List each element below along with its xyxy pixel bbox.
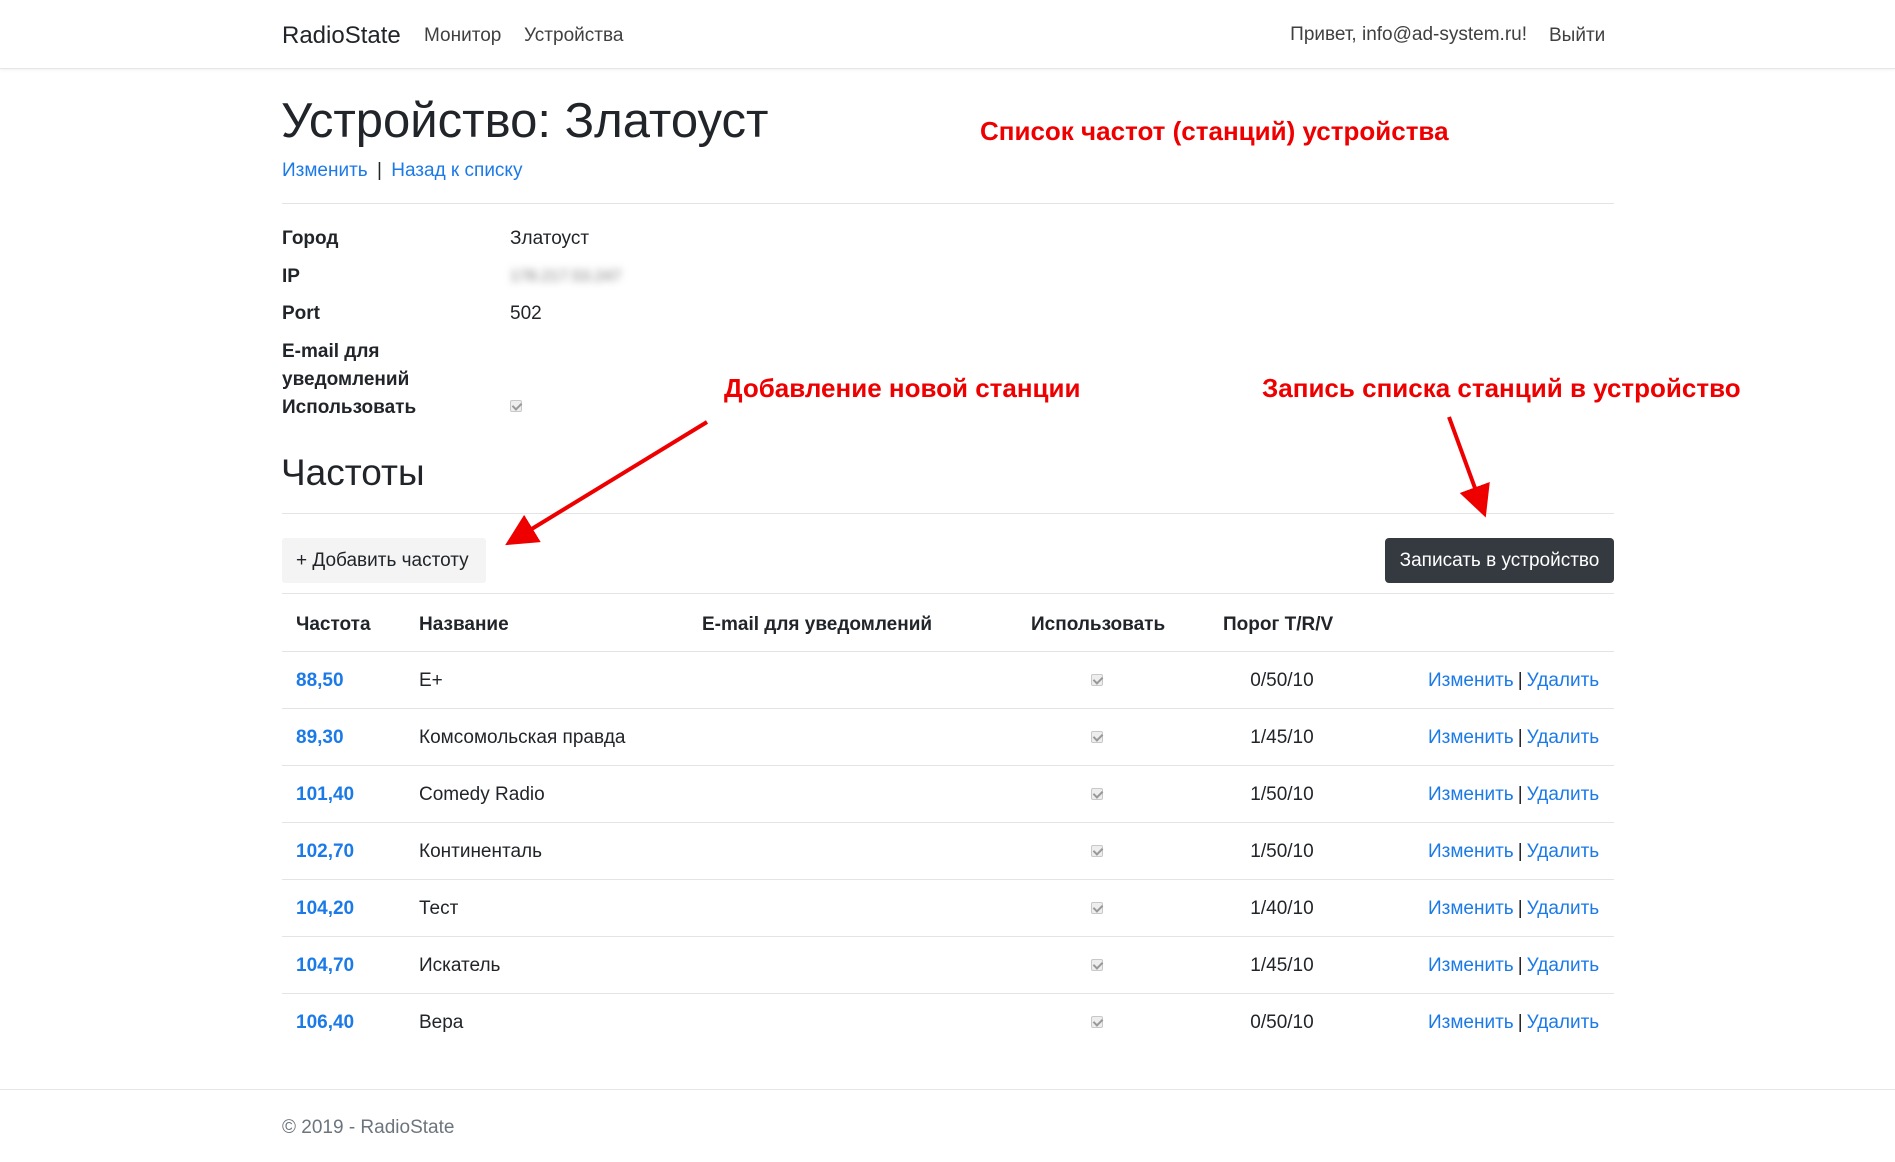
arrow-to-write-button	[1447, 416, 1490, 518]
arrow-to-add-button	[505, 420, 709, 546]
annotation-arrows	[505, 416, 1490, 546]
footer-divider	[0, 1089, 1895, 1090]
footer-copyright: © 2019 - RadioState	[282, 1117, 455, 1138]
